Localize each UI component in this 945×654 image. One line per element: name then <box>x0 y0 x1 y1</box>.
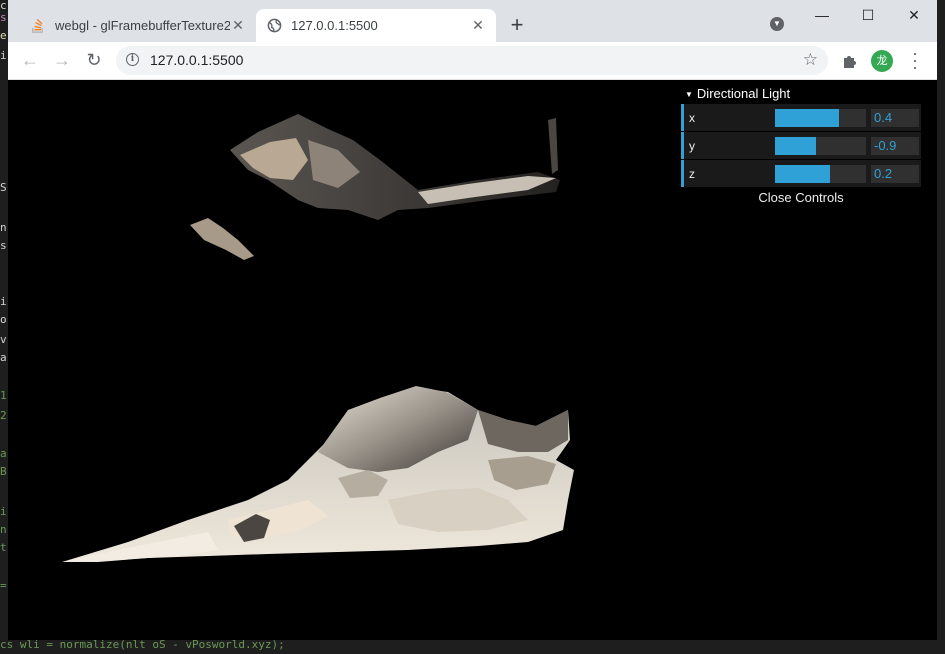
forward-arrow-icon[interactable]: → <box>50 48 74 72</box>
editor-text-fragment: a <box>0 447 7 460</box>
editor-text-fragment: i <box>0 295 7 308</box>
editor-text-fragment: o <box>0 313 7 326</box>
address-bar[interactable]: i 127.0.0.1:5500 ☆ <box>116 46 828 75</box>
control-label: x <box>689 111 695 125</box>
reload-icon[interactable]: ↻ <box>82 48 106 72</box>
extensions-puzzle-icon[interactable] <box>842 53 858 69</box>
close-window-button[interactable]: ✕ <box>891 0 937 30</box>
new-tab-button[interactable]: + <box>506 14 528 36</box>
editor-text-fragment: B <box>0 465 7 478</box>
slider-y[interactable] <box>775 137 866 155</box>
tab-title: webgl - glFramebufferTexture2 <box>55 18 230 33</box>
lower-terrain-mesh <box>62 386 574 562</box>
editor-text-fragment: = <box>0 579 7 592</box>
globe-icon <box>266 18 282 34</box>
minimize-button[interactable]: — <box>799 0 845 30</box>
browser-toolbar: ← → ↻ i 127.0.0.1:5500 ☆ 龙 · · · <box>8 42 937 80</box>
control-label: y <box>689 139 695 153</box>
value-input-x[interactable]: 0.4 <box>871 109 919 127</box>
editor-text-fragment: 1 <box>0 389 7 402</box>
profile-avatar[interactable]: 龙 <box>871 50 893 72</box>
more-menu-icon[interactable]: · · · <box>910 44 920 76</box>
tab-strip: webgl - glFramebufferTexture2 ✕ 127.0.0.… <box>8 0 937 42</box>
close-tab-icon[interactable]: ✕ <box>470 17 486 34</box>
close-tab-icon[interactable]: ✕ <box>230 17 246 34</box>
bookmark-star-icon[interactable]: ☆ <box>803 50 818 70</box>
tab-search-icon[interactable]: ▼ <box>770 17 784 31</box>
slider-fill <box>775 109 839 127</box>
editor-text-fragment: i <box>0 505 7 518</box>
browser-window: webgl - glFramebufferTexture2 ✕ 127.0.0.… <box>8 0 937 640</box>
slider-x[interactable] <box>775 109 866 127</box>
editor-text-fragment: n <box>0 221 7 234</box>
editor-text-fragment: 2 <box>0 409 7 422</box>
editor-text-fragment: v <box>0 333 7 346</box>
stack-overflow-icon <box>30 18 46 34</box>
control-label: z <box>689 167 695 181</box>
tab-webgl-question[interactable]: webgl - glFramebufferTexture2 ✕ <box>20 9 256 42</box>
caret-down-icon: ▼ <box>685 89 693 99</box>
editor-text-fragment: s <box>0 11 7 24</box>
upper-terrain-mesh <box>190 114 560 260</box>
editor-text-fragment: n <box>0 523 7 536</box>
editor-text-fragment: s <box>0 239 7 252</box>
editor-text-fragment: S <box>0 181 7 194</box>
control-row-y: y -0.9 <box>681 132 921 159</box>
dat-gui-panel: ▼ Directional Light x 0.4 y -0.9 z 0.2 Cl… <box>681 84 921 208</box>
tab-localhost[interactable]: 127.0.0.1:5500 ✕ <box>256 9 496 42</box>
value-input-z[interactable]: 0.2 <box>871 165 919 183</box>
value-input-y[interactable]: -0.9 <box>871 137 919 155</box>
close-controls-button[interactable]: Close Controls <box>681 188 921 208</box>
tab-title: 127.0.0.1:5500 <box>291 18 378 33</box>
url-text: 127.0.0.1:5500 <box>150 52 244 68</box>
editor-text-fragment: e <box>0 29 7 42</box>
control-row-z: z 0.2 <box>681 160 921 187</box>
editor-text-fragment: t <box>0 541 7 554</box>
control-row-x: x 0.4 <box>681 104 921 131</box>
site-info-icon[interactable]: i <box>126 53 139 66</box>
back-arrow-icon[interactable]: ← <box>18 48 42 72</box>
slider-z[interactable] <box>775 165 866 183</box>
folder-title: Directional Light <box>696 86 791 101</box>
editor-text-fragment: i <box>0 49 7 62</box>
maximize-button[interactable]: ☐ <box>845 0 891 30</box>
editor-text-fragment: a <box>0 351 7 364</box>
slider-fill <box>775 137 816 155</box>
folder-header[interactable]: ▼ Directional Light <box>681 84 921 104</box>
slider-fill <box>775 165 830 183</box>
webgl-canvas[interactable]: ▼ Directional Light x 0.4 y -0.9 z 0.2 Cl… <box>8 80 937 640</box>
